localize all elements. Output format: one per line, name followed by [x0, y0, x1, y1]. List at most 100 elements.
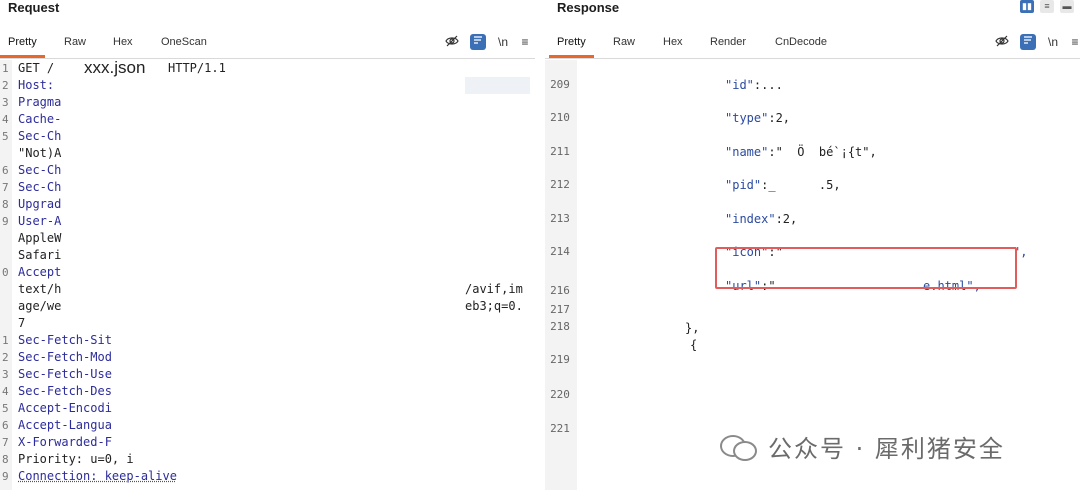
request-line: Sec-Ch [18, 180, 62, 194]
request-line: Upgrad [18, 197, 62, 211]
request-pane: Request Pretty Raw Hex OneScan \n ≡ 1 2 3 4… [0, 0, 535, 490]
watermark: 公众号 · 犀利猪安全 [720, 426, 1005, 466]
request-line: Accept [18, 265, 62, 279]
line-number: 8 [2, 453, 9, 466]
line-number: 1 [2, 62, 9, 75]
layout-horizontal-icon[interactable]: ≡ [1040, 0, 1054, 13]
http-version: HTTP/1.1 [168, 61, 226, 75]
response-line-number: 213 [550, 212, 570, 225]
response-line-number: 211 [550, 145, 570, 158]
line-number: 8 [2, 198, 9, 211]
response-pane: Response ▮▮ ≡ ▬ Pretty Raw Hex Render Cn… [545, 0, 1080, 490]
accept-tail-2: eb3;q=0. [465, 299, 523, 313]
request-line: Pragma [18, 95, 62, 109]
response-line: "index":2, [725, 212, 797, 226]
response-line-number: 221 [550, 422, 570, 435]
request-line: Accept-Encodi [18, 401, 112, 415]
eye-off-icon[interactable] [444, 34, 460, 50]
response-line: { [690, 338, 697, 352]
request-line: Sec-Ch [18, 129, 62, 143]
response-line: }, [685, 321, 699, 335]
line-number: 3 [2, 368, 9, 381]
layout-split-icon[interactable]: ▮▮ [1020, 0, 1034, 13]
json-key: "pid" [725, 178, 762, 192]
line-number: 9 [2, 215, 9, 228]
response-title: Response [557, 0, 620, 15]
json-value: :_ .5, [761, 178, 841, 192]
newline-toggle-icon[interactable]: \n [495, 34, 511, 50]
response-line-number: 218 [550, 320, 570, 333]
tab-hex[interactable]: Hex [663, 32, 683, 52]
request-line: 7 [18, 316, 26, 330]
request-line: GET / [18, 61, 55, 75]
tab-raw[interactable]: Raw [613, 32, 635, 52]
request-line: Sec-Fetch-Use [18, 367, 112, 381]
tab-cndecode[interactable]: CnDecode [775, 32, 827, 52]
request-line: Priority: u=0, i [18, 452, 134, 466]
line-number: 2 [2, 79, 9, 92]
response-line-number: 220 [550, 388, 570, 401]
line-number: 2 [2, 351, 9, 364]
json-value: }, [685, 321, 700, 335]
request-title: Request [8, 0, 60, 15]
request-filename: xxx.json [84, 58, 146, 77]
line-number: 5 [2, 130, 9, 143]
layout-single-icon[interactable]: ▬ [1060, 0, 1074, 13]
line-number: 4 [2, 385, 9, 398]
accept-tail-1: /avif,im [465, 282, 523, 296]
line-number: 9 [2, 470, 9, 483]
json-key: "type" [725, 111, 769, 125]
eye-off-icon[interactable] [994, 34, 1010, 50]
response-line-number: 210 [550, 111, 570, 124]
request-line: Sec-Fetch-Mod [18, 350, 112, 364]
request-line: X-Forwarded-F [18, 435, 112, 449]
request-line: Sec-Fetch-Des [18, 384, 112, 398]
request-line: Sec-Fetch-Sit [18, 333, 112, 347]
request-line: Cache- [18, 112, 62, 126]
line-number: 4 [2, 113, 9, 126]
menu-icon[interactable]: ≡ [517, 34, 533, 50]
line-number: 0 [2, 266, 9, 279]
json-value: { [690, 338, 698, 352]
request-editor[interactable]: 1 2 3 4 5 6 7 8 9 0 1 2 3 4 5 6 7 8 9 GET / Host: Pragma Cach… [0, 60, 535, 490]
request-line: age/we [18, 299, 62, 313]
wrap-lines-icon[interactable] [470, 34, 486, 50]
response-line: "id":... [725, 78, 783, 92]
request-line: User-A [18, 214, 62, 228]
json-key: "index" [725, 212, 776, 226]
line-number: 1 [2, 334, 9, 347]
response-line: "name":" Ö bé`¡{t", [725, 145, 877, 159]
json-value: :2, [775, 212, 798, 226]
request-line: Host: [18, 78, 55, 92]
tab-pretty[interactable]: Pretty [0, 32, 45, 58]
request-tabs: Pretty Raw Hex OneScan \n ≡ [0, 32, 535, 58]
response-line-number: 217 [550, 303, 570, 316]
request-line: "Not)A [18, 146, 62, 160]
line-number: 5 [2, 402, 9, 415]
response-line-number: 214 [550, 245, 570, 258]
json-value: :... [753, 78, 783, 92]
tab-render[interactable]: Render [710, 32, 746, 52]
request-line: Safari [18, 248, 62, 262]
response-divider [545, 58, 1080, 59]
line-number: 7 [2, 436, 9, 449]
request-line: AppleW [18, 231, 62, 245]
json-key: "name" [725, 145, 769, 159]
request-divider [0, 58, 535, 59]
wrap-lines-icon[interactable] [1020, 34, 1036, 50]
menu-icon[interactable]: ≡ [1067, 34, 1080, 50]
request-line: Connection: keep-alive [18, 469, 177, 483]
tab-pretty[interactable]: Pretty [549, 32, 594, 58]
json-value: :" Ö bé`¡{t", [768, 145, 877, 159]
tab-raw[interactable]: Raw [64, 32, 86, 52]
response-line-number: 216 [550, 284, 570, 297]
newline-toggle-icon[interactable]: \n [1045, 34, 1061, 50]
request-line: Accept-Langua [18, 418, 112, 432]
request-line: text/h [18, 282, 62, 296]
response-line-number: 219 [550, 353, 570, 366]
response-line: "pid":_ .5, [725, 178, 841, 192]
tab-onescan[interactable]: OneScan [161, 32, 207, 52]
tab-hex[interactable]: Hex [113, 32, 133, 52]
url-highlight-box [715, 247, 1017, 289]
watermark-text: 公众号 · 犀利猪安全 [768, 434, 1005, 463]
